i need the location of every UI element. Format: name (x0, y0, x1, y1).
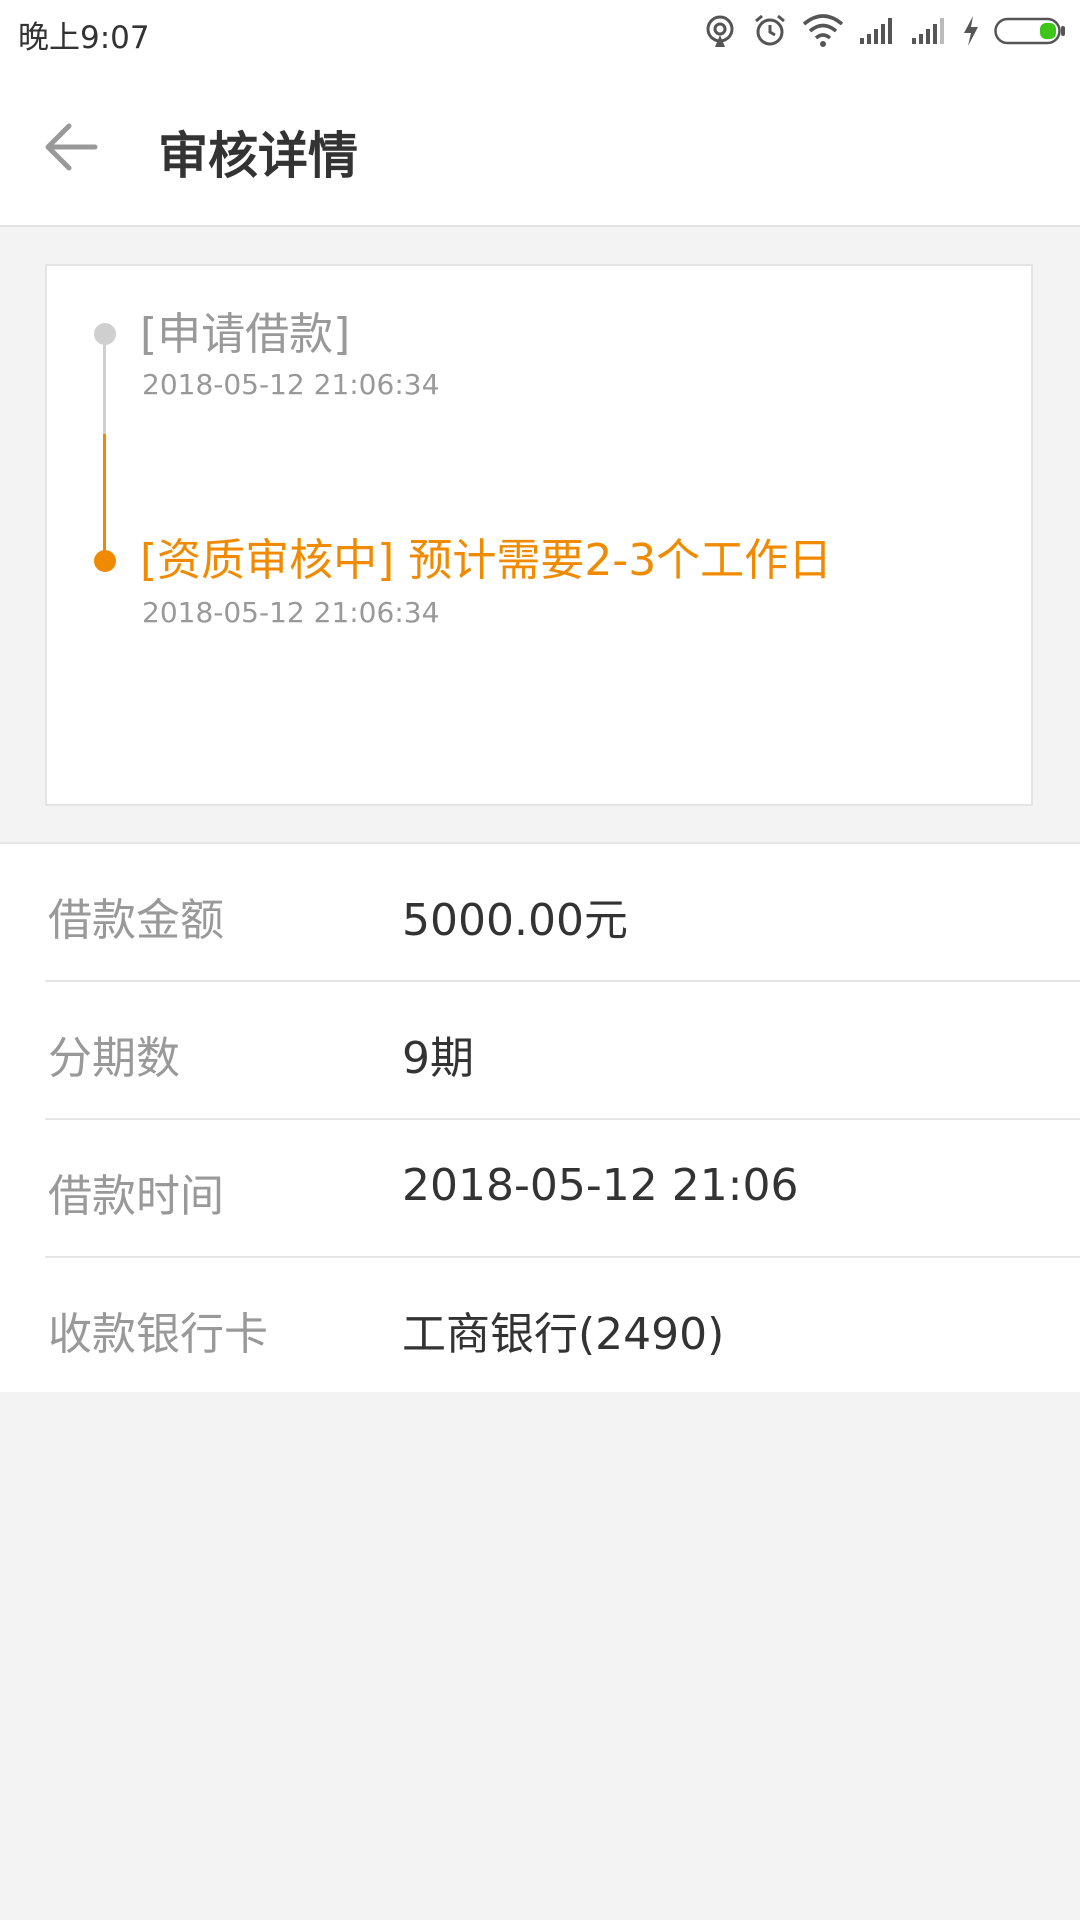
detail-label: 分期数 (48, 1033, 180, 1084)
status-icons (702, 12, 1066, 50)
timeline-step-time-current: 2018-05-12 21:06:34 (142, 596, 440, 629)
detail-label: 收款银行卡 (48, 1309, 268, 1360)
timeline-dot-current (94, 550, 116, 572)
wifi-icon (802, 14, 844, 47)
timeline-step-title-current: [资质审核中] 预计需要2-3个工作日 (140, 535, 833, 586)
detail-label: 借款时间 (48, 1171, 224, 1222)
timeline-step-time: 2018-05-12 21:06:34 (142, 368, 440, 401)
detail-value: 9期 (402, 1033, 474, 1084)
alarm-icon (755, 14, 785, 46)
detail-row-installments: 分期数 9期 (0, 982, 1080, 1120)
loan-details-list: 借款金额 5000.00元 分期数 9期 借款时间 2018-05-12 21:… (0, 842, 1080, 1392)
back-arrow-icon (45, 123, 98, 171)
detail-value: 5000.00元 (402, 895, 628, 946)
status-bar: 晚上9:07 (0, 0, 1080, 62)
timeline-step-title: [申请借款] (140, 309, 351, 360)
review-timeline-card: [申请借款] 2018-05-12 21:06:34 [资质审核中] 预计需要2… (45, 264, 1033, 806)
signal-icon-2 (912, 18, 944, 44)
app-bar: 审核详情 (0, 62, 1080, 227)
timeline-dot-done (94, 323, 116, 345)
charging-icon (964, 16, 978, 46)
detail-value: 工商银行(2490) (402, 1309, 725, 1360)
back-button[interactable] (36, 112, 106, 182)
hotspot-icon (706, 15, 734, 47)
status-time: 晚上9:07 (18, 20, 150, 56)
battery-icon (994, 17, 1065, 45)
detail-row-amount: 借款金额 5000.00元 (0, 844, 1080, 982)
detail-label: 借款金额 (48, 895, 224, 946)
signal-icon-1 (860, 18, 892, 44)
detail-value: 2018-05-12 21:06 (402, 1160, 799, 1211)
timeline-connector-current (103, 434, 106, 556)
detail-row-loan-time: 借款时间 2018-05-12 21:06 (0, 1120, 1080, 1258)
detail-row-bank-card: 收款银行卡 工商银行(2490) (0, 1258, 1080, 1396)
page-title: 审核详情 (158, 127, 358, 185)
